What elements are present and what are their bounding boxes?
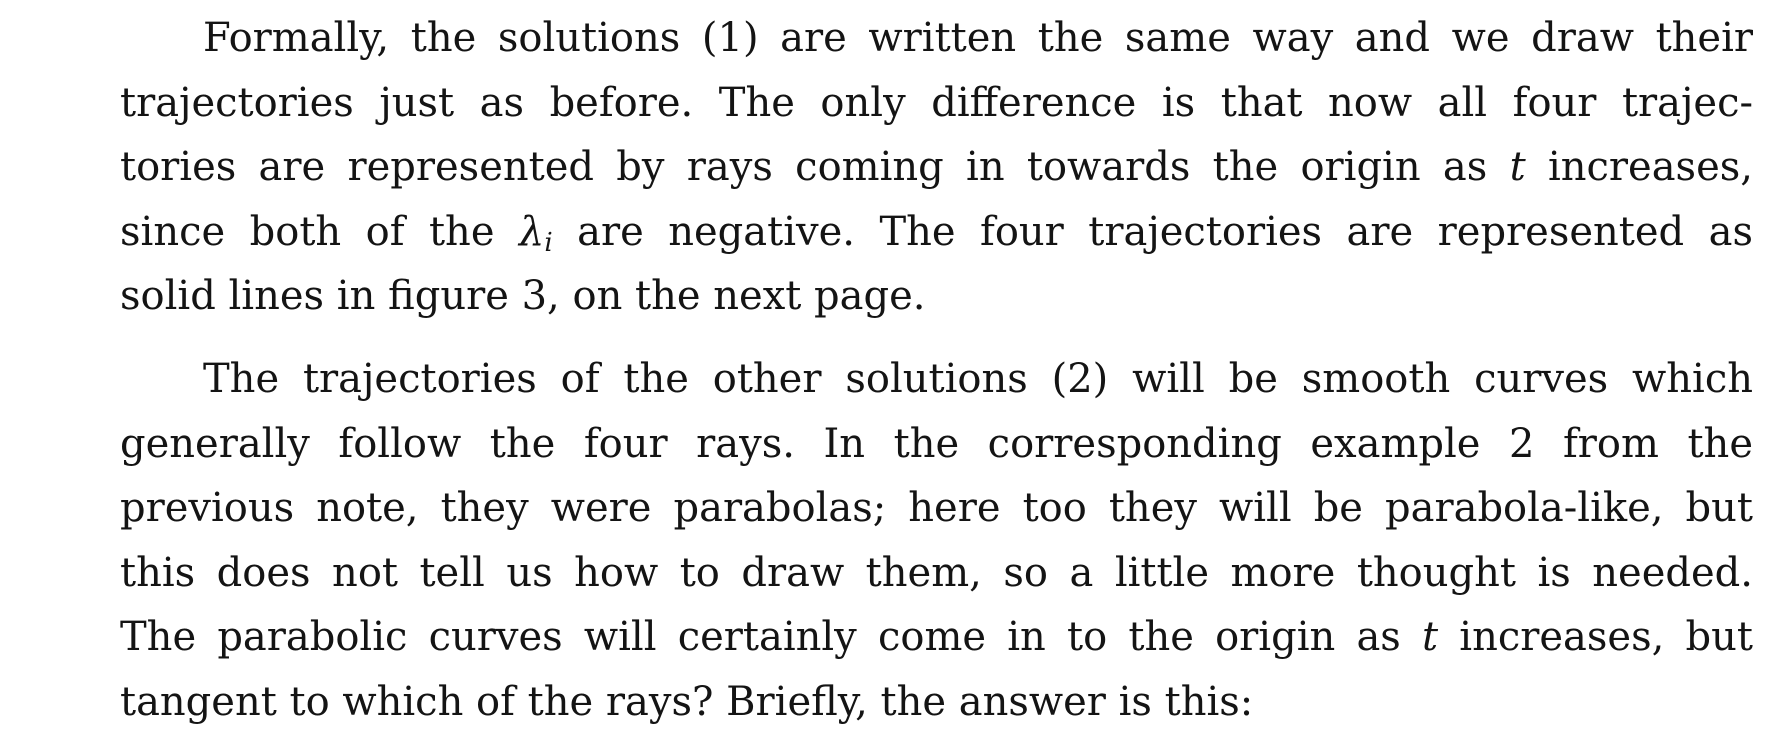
paragraph: The trajectories of the other solutions … — [37, 347, 1753, 735]
math-variable-lambda: λi — [518, 208, 553, 258]
paragraph: Formally, the solutions (1) are written … — [37, 6, 1753, 329]
text-line: trajectories just as before. The only di… — [120, 79, 1753, 126]
text-line: since both of the λi are negative. The f… — [120, 208, 1753, 258]
text-line: generally follow the four rays. In the c… — [120, 420, 1753, 467]
text-line: Formally, the solutions (1) are written … — [203, 15, 1753, 61]
text-line: previous note, they were parabolas; here… — [120, 485, 1753, 532]
text-line: The trajectories of the other solutions … — [203, 355, 1753, 402]
text-line: tangent to which of the rays? Briefly, t… — [120, 678, 1254, 725]
text-line: The parabolic curves will certainly come… — [120, 614, 1753, 661]
document-page: Formally, the solutions (1) are written … — [37, 6, 1753, 735]
text-line: this does not tell us how to draw them, … — [120, 549, 1753, 596]
math-variable-t: t — [1509, 144, 1526, 191]
math-variable-t: t — [1422, 614, 1439, 661]
text-line: solid lines in figure 3, on the next pag… — [120, 273, 926, 320]
text-line: tories are represented by rays coming in… — [120, 144, 1753, 191]
